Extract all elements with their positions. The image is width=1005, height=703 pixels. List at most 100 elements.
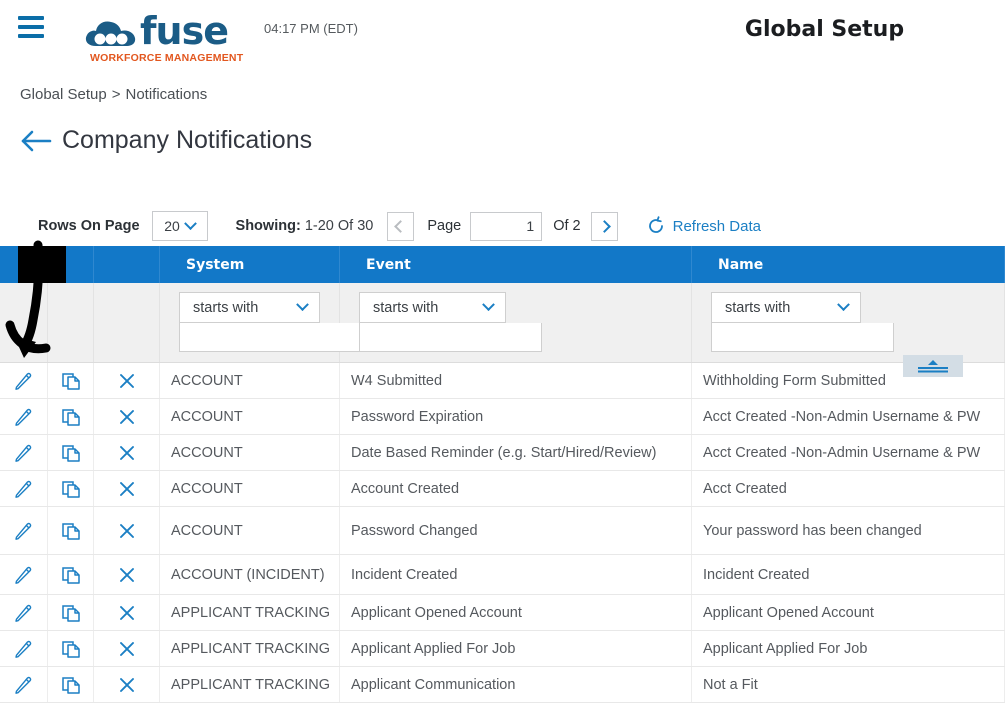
grid-filter-row: starts with starts with starts with (0, 283, 1005, 363)
annotation-block-marker (18, 246, 66, 283)
filter-cell-delete (94, 283, 160, 362)
page-title-row: Company Notifications (20, 126, 312, 155)
filter-cell-system: starts with (160, 283, 362, 362)
rows-on-page-value: 20 (164, 218, 180, 234)
row-copy-button[interactable] (48, 667, 94, 702)
row-edit-button[interactable] (0, 471, 48, 506)
filter-value-name[interactable] (711, 323, 894, 352)
rows-on-page-select[interactable]: 20 (151, 211, 208, 241)
table-row[interactable]: ACCOUNT Password Expiration Acct Created -… (0, 399, 1005, 435)
filter-operator-event[interactable]: starts with (359, 292, 506, 323)
grid-header-system[interactable]: System (160, 246, 340, 283)
table-row[interactable]: ACCOUNT (INCIDENT) Incident Created Incide… (0, 555, 1005, 595)
grid-body: ACCOUNT W4 Submitted Withholding Form Subm… (0, 363, 1005, 703)
top-bar: fuse WORKFORCE MANAGEMENT 04:17 PM (EDT)… (0, 0, 1005, 72)
table-row[interactable]: ACCOUNT W4 Submitted Withholding Form Subm… (0, 363, 1005, 399)
row-delete-button[interactable] (94, 595, 160, 630)
row-copy-button[interactable] (48, 363, 94, 398)
logo-tagline: WORKFORCE MANAGEMENT (90, 52, 244, 64)
row-copy-button[interactable] (48, 595, 94, 630)
row-delete-button[interactable] (94, 555, 160, 594)
row-delete-button[interactable] (94, 399, 160, 434)
filter-operator-name[interactable]: starts with (711, 292, 861, 323)
row-cell-event: Password Expiration (340, 399, 692, 434)
grid-header-event[interactable]: Event (340, 246, 692, 283)
row-cell-name: Applicant Opened Account (692, 595, 1005, 630)
table-row[interactable]: APPLICANT TRACKING Applicant Opened Accou… (0, 595, 1005, 631)
row-edit-button[interactable] (0, 667, 48, 702)
row-edit-button[interactable] (0, 631, 48, 666)
breadcrumb-separator: > (111, 86, 121, 103)
row-edit-button[interactable] (0, 507, 48, 554)
row-edit-button[interactable] (0, 399, 48, 434)
row-cell-event: Applicant Opened Account (340, 595, 692, 630)
table-row[interactable]: ACCOUNT Password Changed Your password has… (0, 507, 1005, 555)
row-delete-button[interactable] (94, 507, 160, 554)
row-edit-button[interactable] (0, 435, 48, 470)
chevron-down-icon (482, 298, 495, 312)
collapse-up-icon[interactable] (903, 355, 963, 377)
table-row[interactable]: APPLICANT TRACKING Applicant Communicatio… (0, 667, 1005, 703)
row-copy-button[interactable] (48, 435, 94, 470)
row-cell-event: W4 Submitted (340, 363, 692, 398)
row-delete-button[interactable] (94, 667, 160, 702)
row-delete-button[interactable] (94, 471, 160, 506)
back-arrow-icon[interactable] (20, 128, 54, 154)
chevron-down-icon (837, 298, 850, 312)
grid-toolbar: Rows On Page 20 Showing: 1-20 Of 30 Page… (0, 208, 1005, 244)
filter-operator-system[interactable]: starts with (179, 292, 320, 323)
showing-status: Showing: 1-20 Of 30 (236, 218, 374, 234)
row-copy-button[interactable] (48, 555, 94, 594)
table-row[interactable]: ACCOUNT Account Created Acct Created (0, 471, 1005, 507)
row-delete-button[interactable] (94, 631, 160, 666)
row-cell-event: Date Based Reminder (e.g. Start/Hired/Re… (340, 435, 692, 470)
notifications-grid: System Event Name starts with starts wit… (0, 246, 1005, 703)
refresh-data-button[interactable]: Refresh Data (646, 216, 761, 236)
refresh-icon (648, 216, 663, 233)
row-cell-event: Account Created (340, 471, 692, 506)
row-copy-button[interactable] (48, 507, 94, 554)
breadcrumb-current[interactable]: Notifications (126, 86, 208, 103)
table-row[interactable]: ACCOUNT Date Based Reminder (e.g. Start/H… (0, 435, 1005, 471)
row-cell-name: Acct Created -Non-Admin Username & PW (692, 399, 1005, 434)
row-cell-name: Not a Fit (692, 667, 1005, 702)
app-title: Global Setup (0, 17, 1005, 42)
breadcrumb-root[interactable]: Global Setup (20, 86, 107, 103)
row-cell-name: Acct Created -Non-Admin Username & PW (692, 435, 1005, 470)
filter-operator-event-value: starts with (373, 299, 439, 316)
row-copy-button[interactable] (48, 399, 94, 434)
showing-value: 1-20 Of 30 (304, 218, 374, 234)
previous-page-button[interactable] (387, 211, 415, 241)
row-edit-button[interactable] (0, 363, 48, 398)
grid-header-delete (94, 246, 160, 283)
next-page-button[interactable] (590, 211, 618, 241)
chevron-left-icon (394, 219, 408, 233)
row-delete-button[interactable] (94, 435, 160, 470)
filter-value-event[interactable] (359, 323, 542, 352)
row-edit-button[interactable] (0, 555, 48, 594)
row-delete-button[interactable] (94, 363, 160, 398)
filter-cell-edit (0, 283, 48, 362)
page-label: Page (427, 218, 462, 234)
table-row[interactable]: APPLICANT TRACKING Applicant Applied For … (0, 631, 1005, 667)
row-cell-system: ACCOUNT (160, 435, 340, 470)
row-cell-event: Applicant Communication (340, 667, 692, 702)
row-cell-event: Password Changed (340, 507, 692, 554)
filter-cell-copy (48, 283, 94, 362)
filter-value-system[interactable] (179, 323, 362, 352)
row-cell-system: APPLICANT TRACKING (160, 631, 340, 666)
filter-cell-name: starts with (692, 283, 1005, 362)
row-cell-name: Acct Created (692, 471, 1005, 506)
grid-header-name[interactable]: Name (692, 246, 1005, 283)
showing-label: Showing: (235, 218, 301, 234)
chevron-down-icon (296, 298, 309, 312)
row-cell-event: Applicant Applied For Job (340, 631, 692, 666)
row-copy-button[interactable] (48, 631, 94, 666)
row-cell-system: APPLICANT TRACKING (160, 667, 340, 702)
row-edit-button[interactable] (0, 595, 48, 630)
page-count-label: Of 2 (553, 218, 581, 234)
row-copy-button[interactable] (48, 471, 94, 506)
row-cell-system: ACCOUNT (160, 399, 340, 434)
filter-operator-system-value: starts with (193, 299, 259, 316)
page-number-input[interactable] (470, 211, 543, 241)
